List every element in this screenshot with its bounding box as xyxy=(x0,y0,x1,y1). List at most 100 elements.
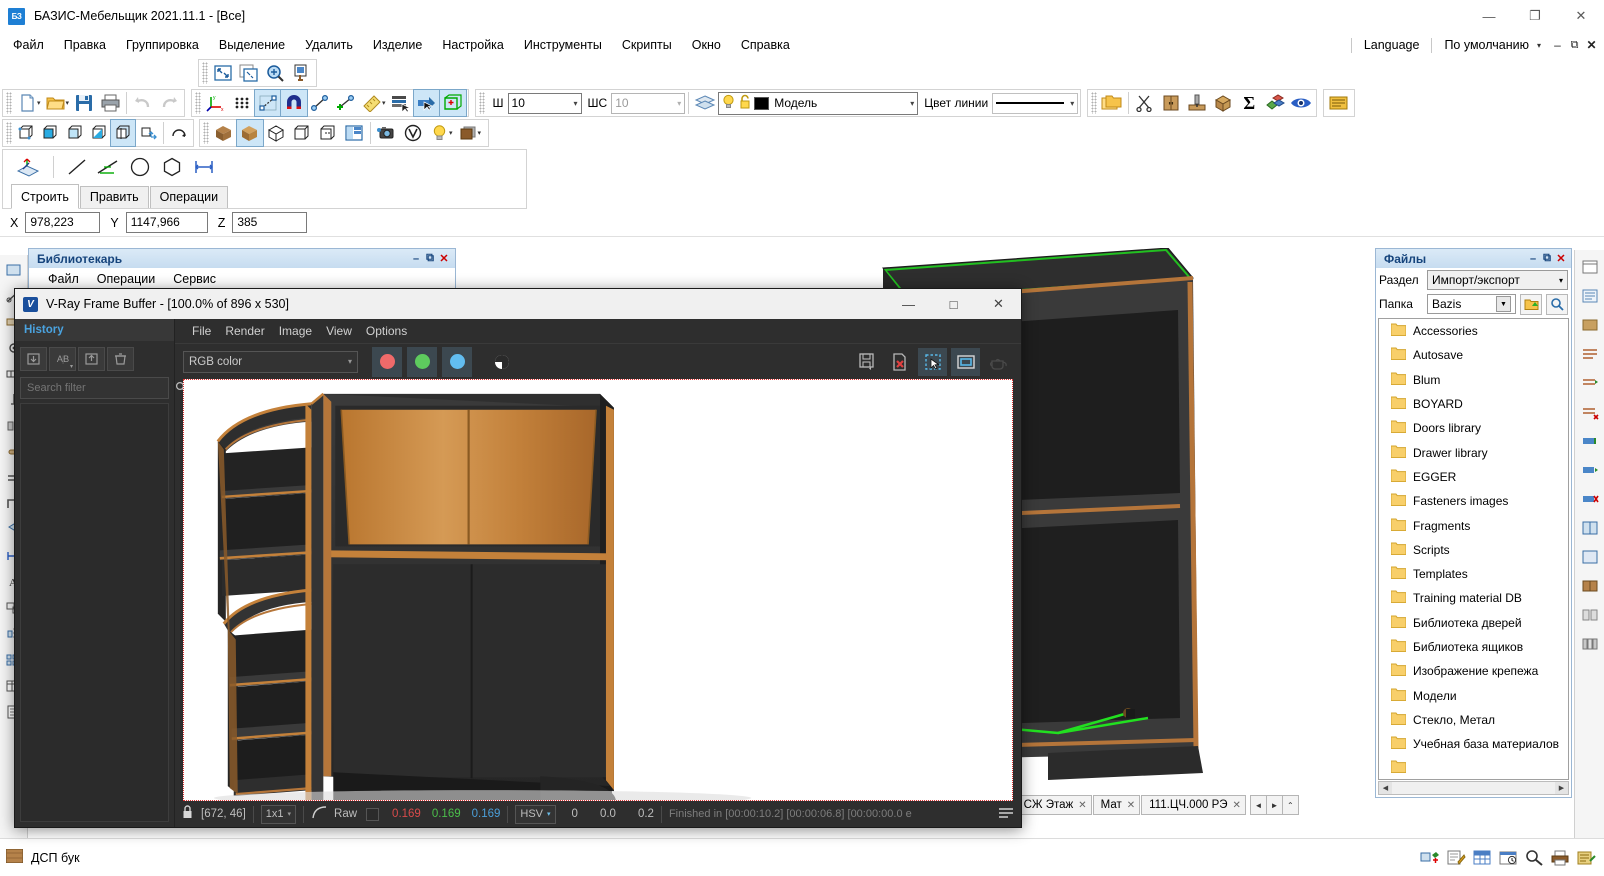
tab-edit[interactable]: Править xyxy=(80,186,149,208)
close-icon[interactable]: ✕ xyxy=(1078,800,1086,811)
material-list-icon[interactable] xyxy=(1577,312,1603,338)
wire-gray-icon[interactable] xyxy=(289,120,315,146)
panel-tool-icon[interactable] xyxy=(2,258,26,282)
menu-item-scripts[interactable]: Скрипты xyxy=(612,34,682,56)
menu-item-edit[interactable]: Правка xyxy=(54,34,116,56)
menu-item-selection[interactable]: Выделение xyxy=(209,34,295,56)
blue-channel-icon[interactable] xyxy=(442,347,472,377)
clear-image-icon[interactable] xyxy=(885,348,914,376)
chevron-down-icon[interactable]: ▾ xyxy=(547,810,551,818)
export-icon[interactable] xyxy=(1574,846,1598,870)
toolbar-grip[interactable] xyxy=(1091,92,1097,114)
librarian-maximize-button[interactable]: ⧉ xyxy=(423,252,437,265)
close-icon[interactable]: ✕ xyxy=(1233,800,1241,811)
toolbar-grip[interactable] xyxy=(6,92,12,114)
list-item[interactable]: Fragments xyxy=(1379,513,1568,537)
list-item[interactable]: Accessories xyxy=(1379,319,1568,343)
polygon-icon[interactable] xyxy=(156,154,188,180)
camera-icon[interactable] xyxy=(374,120,400,146)
vfb-maximize-button[interactable]: □ xyxy=(931,289,976,319)
history-search-field[interactable]: ▾ xyxy=(20,377,169,399)
width-input[interactable]: 10 ▾ xyxy=(508,93,582,114)
toolbar-grip[interactable] xyxy=(6,122,12,144)
vfb-options-icon[interactable] xyxy=(997,806,1015,823)
mdi-restore-button[interactable]: ⧉ xyxy=(1566,39,1583,52)
librarian-menu-service[interactable]: Сервис xyxy=(164,270,225,288)
edge-add-icon[interactable] xyxy=(1577,428,1603,454)
folder-combo[interactable]: Bazis ▼ xyxy=(1427,294,1516,314)
librarian-minimize-button[interactable]: – xyxy=(409,253,423,265)
files-panel-close-button[interactable]: ✕ xyxy=(1554,252,1568,265)
save-history-icon[interactable] xyxy=(20,347,47,371)
line-point-icon[interactable] xyxy=(307,90,333,116)
light-bulb-icon[interactable] xyxy=(722,94,735,112)
extra-icon[interactable] xyxy=(1326,90,1352,116)
grid-snap-icon[interactable] xyxy=(229,90,255,116)
show-vfb-icon[interactable] xyxy=(951,348,980,376)
coordinate-axes-icon[interactable]: yx xyxy=(203,90,229,116)
color-curve-icon[interactable] xyxy=(311,805,328,823)
open-folder-icon[interactable] xyxy=(43,90,69,116)
layers-select-icon[interactable] xyxy=(388,90,414,116)
mdi-close-button[interactable]: ✕ xyxy=(1583,38,1600,52)
panel-drill-icon[interactable] xyxy=(1184,90,1210,116)
tab-next-icon[interactable]: ► xyxy=(1266,795,1283,815)
chevron-down-icon[interactable]: ▼ xyxy=(1496,296,1511,312)
wireframe-iso-icon[interactable] xyxy=(14,120,38,146)
list-item[interactable]: EGGER xyxy=(1379,465,1568,489)
shaded-top-icon[interactable] xyxy=(63,120,87,146)
scroll-left-icon[interactable]: ◀ xyxy=(1379,782,1392,794)
lock-icon[interactable] xyxy=(739,94,751,112)
step-input[interactable]: 10 ▾ xyxy=(611,93,685,114)
chevron-down-icon[interactable]: ▾ xyxy=(1559,276,1563,285)
box-icon[interactable] xyxy=(1210,90,1236,116)
files-list[interactable]: Accessories Autosave Blum BOYARD Doors l… xyxy=(1378,318,1569,780)
vfb-close-button[interactable]: ✕ xyxy=(976,289,1021,319)
eye-icon[interactable] xyxy=(1288,90,1314,116)
color-mode-combo[interactable]: HSV ▾ xyxy=(515,805,555,824)
dimension-list-icon[interactable] xyxy=(1577,341,1603,367)
angle-line-icon[interactable] xyxy=(92,154,124,180)
list-item[interactable]: Training material DB xyxy=(1379,586,1568,610)
list-item[interactable]: Fasteners images xyxy=(1379,489,1568,513)
assembly-icon[interactable] xyxy=(1577,602,1603,628)
search-input[interactable] xyxy=(25,381,171,395)
tab-operations[interactable]: Операции xyxy=(150,186,228,208)
compare-ab-icon[interactable]: A|B ▾ xyxy=(49,347,76,371)
list-item[interactable]: Библиотека дверей xyxy=(1379,611,1568,635)
render-preview-icon[interactable] xyxy=(288,60,314,86)
line-color-selector[interactable]: ▾ xyxy=(992,93,1078,114)
tab-prev-icon[interactable]: ◄ xyxy=(1250,795,1267,815)
texture-wood-icon[interactable] xyxy=(211,120,237,146)
delete-dimension-icon[interactable] xyxy=(1577,399,1603,425)
list-item[interactable] xyxy=(1379,756,1568,780)
language-label[interactable]: Language xyxy=(1361,38,1423,52)
z-input[interactable]: 385 xyxy=(232,212,307,233)
zoom-level-combo[interactable]: 1x1 ▾ xyxy=(261,805,296,824)
panel-merge-icon[interactable] xyxy=(1577,544,1603,570)
save-image-icon[interactable] xyxy=(852,348,881,376)
shaded-front-icon[interactable] xyxy=(38,120,62,146)
list-item[interactable]: Blum xyxy=(1379,368,1568,392)
vfb-minimize-button[interactable]: — xyxy=(886,289,931,319)
chevron-down-icon[interactable]: ▾ xyxy=(677,99,681,108)
zoom-icon[interactable] xyxy=(1522,846,1546,870)
language-value[interactable]: По умолчанию xyxy=(1441,38,1532,52)
green-channel-icon[interactable] xyxy=(407,347,437,377)
list-item[interactable]: Autosave xyxy=(1379,343,1568,367)
chevron-down-icon[interactable]: ▾ xyxy=(288,810,292,818)
delete-history-icon[interactable] xyxy=(107,347,134,371)
window-close-button[interactable]: ✕ xyxy=(1558,0,1604,32)
add-point-icon[interactable] xyxy=(333,90,359,116)
print-icon[interactable] xyxy=(97,90,123,116)
material-icon[interactable] xyxy=(455,120,481,146)
menu-item-settings[interactable]: Настройка xyxy=(432,34,514,56)
texture-solid-icon[interactable] xyxy=(237,120,263,146)
tab-build[interactable]: Строить xyxy=(11,184,79,209)
menu-item-delete[interactable]: Удалить xyxy=(295,34,363,56)
chevron-down-icon[interactable]: ▾ xyxy=(1537,41,1541,50)
bounding-box-icon[interactable] xyxy=(440,90,466,116)
toolbar-grip[interactable] xyxy=(195,92,201,114)
folder-up-icon[interactable] xyxy=(1520,294,1542,315)
render-canvas[interactable] xyxy=(183,379,1013,801)
